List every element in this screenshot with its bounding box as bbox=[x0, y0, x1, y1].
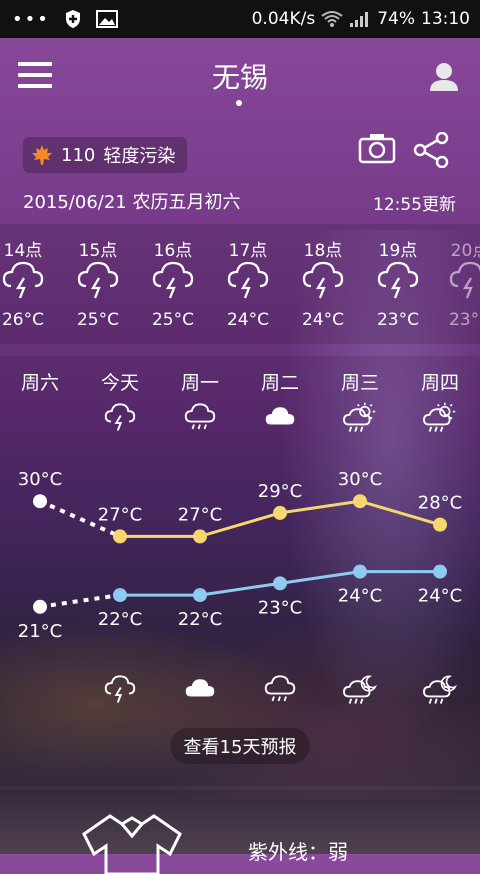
hour-temp: 23°C bbox=[448, 310, 480, 330]
thunderstorm-icon bbox=[302, 261, 344, 299]
date-line: 2015/06/21 农历五月初六 bbox=[23, 192, 241, 213]
hour-temp: 25°C bbox=[76, 310, 119, 330]
sun-rain-icon bbox=[423, 402, 456, 432]
hour-time: 15点 bbox=[78, 241, 118, 261]
aqi-badge[interactable]: 110 轻度污染 bbox=[23, 137, 188, 173]
day-name: 今天 bbox=[100, 372, 139, 394]
temperature-chart: 30°C 21°C 27°C 22°C 27°C 22°C 29°C 23°C 30°C 24°C… bbox=[18, 469, 462, 642]
thunderstorm-icon bbox=[152, 261, 194, 299]
hour-item: 15点 25°C bbox=[68, 224, 128, 344]
battery-level: 74% bbox=[377, 9, 415, 29]
hour-item: 18点 24°C bbox=[293, 224, 353, 344]
hour-time: 14点 bbox=[3, 241, 43, 261]
maple-leaf-icon bbox=[32, 145, 52, 165]
thunderstorm-icon bbox=[77, 261, 119, 299]
share-icon[interactable] bbox=[412, 132, 450, 168]
moon-rain-icon bbox=[343, 675, 378, 704]
high-temp-point bbox=[33, 494, 47, 509]
thunderstorm-icon bbox=[449, 261, 480, 299]
clock: 13:10 bbox=[421, 9, 470, 29]
uv-index: 紫外线：弱 bbox=[248, 840, 348, 864]
low-temp-point bbox=[113, 588, 127, 603]
update-time: 12:55更新 bbox=[373, 195, 456, 215]
rain-icon bbox=[184, 403, 216, 430]
aqi-value: 110 bbox=[61, 144, 96, 166]
low-temp-label: 24°C bbox=[338, 586, 382, 607]
status-dots: ••• bbox=[12, 8, 50, 30]
low-temp-point bbox=[433, 564, 447, 579]
hour-temp: 26°C bbox=[1, 310, 44, 330]
day-name: 周一 bbox=[180, 372, 219, 394]
shirt-icon bbox=[82, 814, 182, 874]
page-indicator bbox=[236, 100, 242, 106]
hour-item: 19点 23°C bbox=[368, 224, 428, 344]
high-temp-label: 30°C bbox=[338, 469, 382, 490]
thunderstorm-icon bbox=[2, 261, 44, 299]
high-temp-label: 28°C bbox=[418, 493, 462, 514]
hour-time: 17点 bbox=[228, 241, 268, 261]
day-name: 周四 bbox=[420, 372, 459, 394]
thunderstorm-icon bbox=[227, 261, 269, 299]
hourly-forecast[interactable]: 14点 26°C 15点 25°C 16点 25°C 17点 24°C 18点 … bbox=[0, 224, 480, 344]
day-name: 周三 bbox=[340, 372, 379, 394]
hour-temp: 24°C bbox=[226, 310, 269, 330]
camera-icon[interactable] bbox=[358, 132, 396, 164]
signal-icon bbox=[350, 12, 369, 27]
thunderstorm-icon bbox=[104, 403, 136, 431]
low-temp-label: 22°C bbox=[98, 609, 142, 630]
high-temp-point bbox=[433, 517, 447, 532]
sun-rain-icon bbox=[343, 402, 376, 432]
low-temp-point bbox=[33, 599, 47, 614]
low-temp-label: 23°C bbox=[258, 597, 302, 618]
low-temp-label: 24°C bbox=[418, 586, 462, 607]
hour-time: 18点 bbox=[303, 241, 343, 261]
hour-item: 20点 23°C bbox=[440, 224, 480, 344]
low-temp-point bbox=[193, 588, 207, 603]
low-temp-past-segment bbox=[39, 593, 121, 609]
user-icon[interactable] bbox=[428, 60, 460, 92]
shield-icon bbox=[65, 10, 80, 28]
thunderstorm-icon bbox=[377, 261, 419, 299]
hour-temp: 23°C bbox=[376, 310, 419, 330]
high-temp-label: 27°C bbox=[98, 504, 142, 525]
header: 无锡 bbox=[0, 50, 480, 110]
network-speed: 0.04K/s bbox=[251, 9, 316, 29]
high-temp-point bbox=[353, 494, 367, 509]
rain-icon bbox=[264, 675, 296, 702]
high-temp-point bbox=[113, 529, 127, 544]
status-bar: ••• 0.04K/s 74% 13:10 bbox=[0, 0, 480, 38]
high-temp-point bbox=[193, 529, 207, 544]
hour-temp: 24°C bbox=[301, 310, 344, 330]
thunderstorm-icon bbox=[104, 675, 136, 703]
cloud-icon bbox=[185, 679, 215, 697]
high-temp-label: 30°C bbox=[18, 469, 62, 490]
wifi-icon bbox=[321, 11, 343, 27]
hour-item: 14点 26°C bbox=[0, 224, 53, 344]
day-name: 周六 bbox=[20, 372, 59, 394]
high-temp-label: 27°C bbox=[178, 504, 222, 525]
image-icon bbox=[95, 10, 118, 28]
daily-forecast: 周六 今天 周一 周二 周三 周四 30°C 21°C 27°C 22°C 27°C 22… bbox=[0, 356, 480, 786]
hour-time: 20点 bbox=[450, 241, 480, 261]
city-title[interactable]: 无锡 bbox=[0, 56, 480, 96]
aqi-label: 轻度污染 bbox=[103, 146, 176, 167]
bottom-panel: 紫外线：弱 bbox=[0, 790, 480, 874]
cloud-icon bbox=[265, 407, 295, 425]
hour-item: 17点 24°C bbox=[218, 224, 278, 344]
high-temp-point bbox=[273, 505, 287, 520]
low-temp-point bbox=[273, 576, 287, 591]
low-temp-label: 22°C bbox=[178, 609, 222, 630]
day-name: 周二 bbox=[260, 372, 299, 394]
low-temp-label: 21°C bbox=[18, 621, 62, 642]
moon-rain-icon bbox=[423, 675, 458, 704]
hour-time: 19点 bbox=[378, 241, 418, 261]
high-temp-label: 29°C bbox=[258, 481, 302, 502]
view-15-day-button[interactable]: 查看15天预报 bbox=[170, 728, 310, 764]
hour-item: 16点 25°C bbox=[143, 224, 203, 344]
hour-time: 16点 bbox=[153, 241, 193, 261]
hour-temp: 25°C bbox=[151, 310, 194, 330]
low-temp-point bbox=[353, 564, 367, 579]
